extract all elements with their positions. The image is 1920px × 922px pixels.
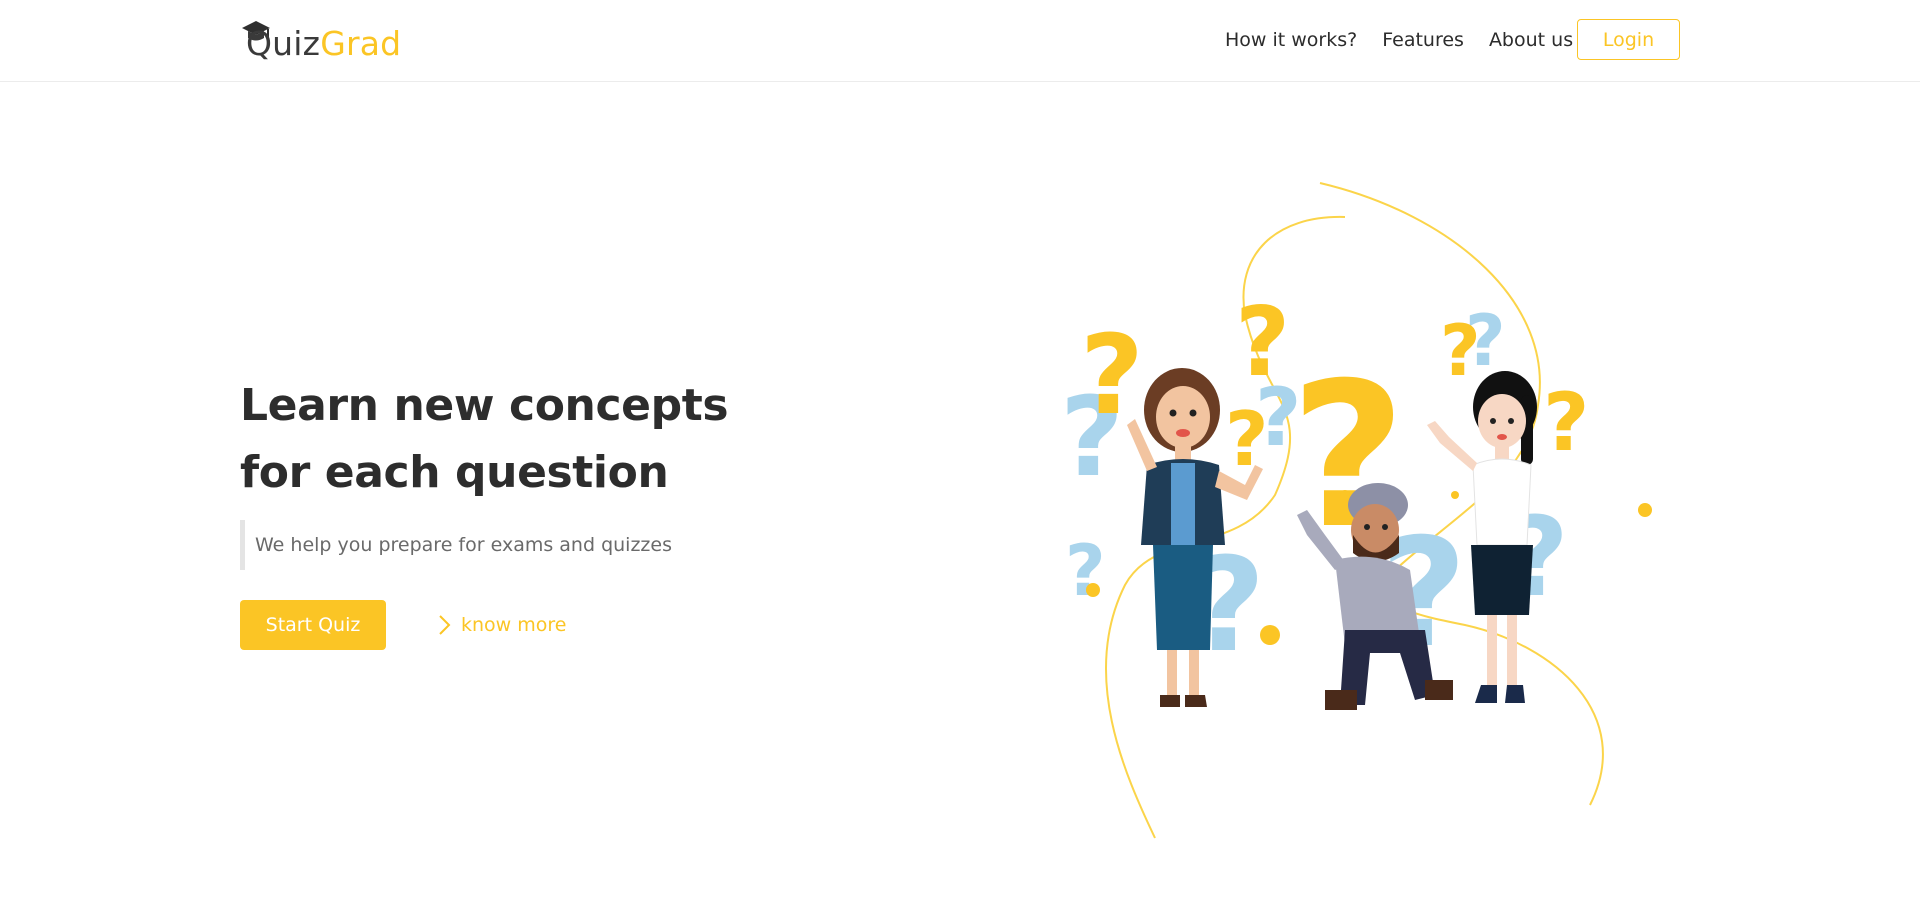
know-more-label: know more <box>461 614 567 636</box>
login-button[interactable]: Login <box>1577 19 1680 60</box>
brand-logo[interactable]: QuizGrad <box>240 18 410 66</box>
brand-name-grad: Grad <box>320 24 402 63</box>
brand-name: QuizGrad <box>246 24 401 63</box>
svg-text:?: ? <box>1065 530 1106 612</box>
svg-text:?: ? <box>1543 376 1589 469</box>
brand-name-quiz: Quiz <box>246 24 321 63</box>
navbar: QuizGrad How it works? Features About us… <box>0 0 1920 82</box>
start-quiz-button[interactable]: Start Quiz <box>240 600 386 650</box>
know-more-link[interactable]: know more <box>437 609 566 641</box>
hero-title: Learn new concepts for each question <box>240 380 729 498</box>
svg-text:?: ? <box>1440 310 1481 392</box>
nav-link-how-it-works[interactable]: How it works? <box>1225 29 1357 51</box>
hero-subtitle: We help you prepare for exams and quizze… <box>240 520 672 570</box>
nav-link-about-us[interactable]: About us <box>1489 29 1573 51</box>
people-with-question-marks-illustration: ? ? ? ? ? ? ? ? ? ? ? ? ? <box>1060 182 1652 839</box>
nav-links: How it works? Features About us <box>1225 20 1598 60</box>
svg-text:?: ? <box>1235 288 1290 398</box>
chevron-right-icon <box>437 614 451 636</box>
nav-link-features[interactable]: Features <box>1382 29 1464 51</box>
